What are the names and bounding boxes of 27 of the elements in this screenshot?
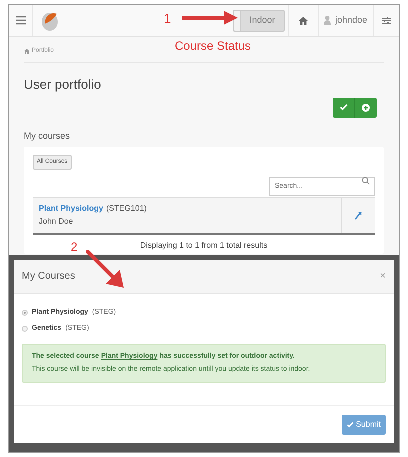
annotation-number: 1 [164, 10, 172, 28]
annotation-number: 2 [71, 239, 78, 256]
annotation-label: Course Status [175, 38, 252, 55]
search-icon [362, 177, 370, 185]
check-icon [340, 104, 348, 111]
plus-circle-icon [362, 104, 370, 112]
user-menu[interactable]: johndoe [318, 5, 373, 36]
status-toggle[interactable]: Indoor [233, 10, 285, 32]
annotation-arrow [86, 250, 124, 288]
home-icon [24, 49, 30, 54]
close-button[interactable]: × [380, 269, 386, 284]
annotation-arrow [182, 10, 238, 26]
check-button[interactable] [333, 98, 355, 118]
submit-button[interactable]: Submit [342, 414, 386, 434]
page-title: User portfolio [24, 76, 102, 94]
section-title: My courses [24, 130, 72, 143]
modal-title: My Courses [22, 270, 76, 284]
course-link[interactable]: Plant Physiology [39, 203, 104, 215]
home-icon[interactable] [299, 16, 308, 24]
add-button[interactable] [355, 98, 377, 118]
wrench-icon[interactable] [355, 212, 362, 220]
pagination-info: Displaying 1 to 1 from 1 total results [140, 240, 268, 252]
user-icon [324, 16, 332, 25]
course-code: (STEG101) [106, 203, 147, 215]
check-icon [347, 422, 354, 428]
sliders-icon[interactable] [382, 16, 391, 24]
course-owner: John Doe [39, 216, 74, 228]
